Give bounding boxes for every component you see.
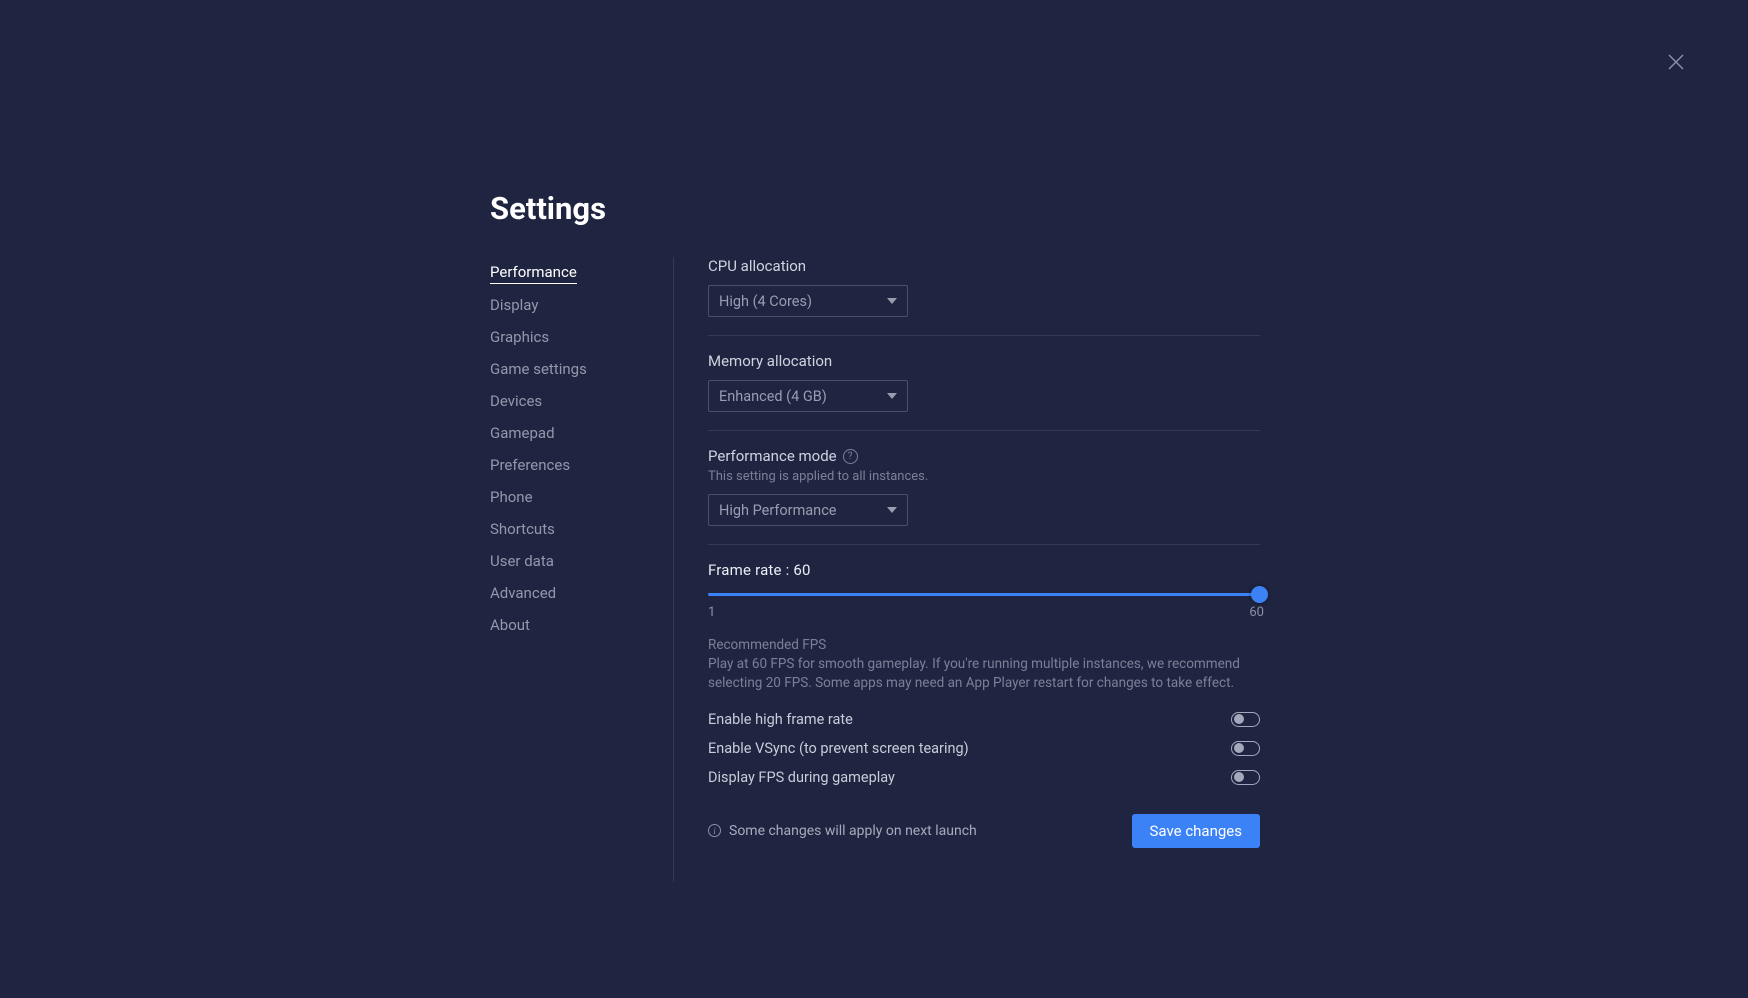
memory-allocation-value: Enhanced (4 GB) — [719, 388, 827, 405]
close-button[interactable] — [1664, 50, 1688, 74]
save-changes-button[interactable]: Save changes — [1132, 814, 1260, 848]
toggle-high-fps-label: Enable high frame rate — [708, 711, 853, 728]
restart-hint: i Some changes will apply on next launch — [708, 823, 977, 839]
toggle-knob — [1234, 714, 1244, 724]
sidebar-item-game-settings[interactable]: Game settings — [490, 354, 587, 386]
performance-mode-value: High Performance — [719, 502, 836, 519]
sidebar: Performance Display Graphics Game settin… — [490, 257, 674, 882]
performance-mode-label-text: Performance mode — [708, 447, 837, 465]
toggle-high-fps[interactable] — [1231, 712, 1260, 727]
recommended-fps-body: Play at 60 FPS for smooth gameplay. If y… — [708, 655, 1260, 693]
cpu-allocation-value: High (4 Cores) — [719, 293, 812, 310]
slider-track — [708, 593, 1260, 596]
sidebar-item-about[interactable]: About — [490, 610, 530, 642]
performance-mode-dropdown[interactable]: High Performance — [708, 494, 908, 526]
frame-rate-slider[interactable]: 1 60 — [708, 585, 1260, 619]
frame-rate-label: Frame rate : 60 — [708, 561, 1260, 579]
sidebar-item-devices[interactable]: Devices — [490, 386, 542, 418]
slider-min: 1 — [708, 605, 715, 620]
caret-down-icon — [887, 393, 897, 399]
slider-thumb[interactable] — [1251, 586, 1268, 603]
performance-mode-label: Performance mode ? — [708, 447, 1260, 465]
toggle-vsync[interactable] — [1231, 741, 1260, 756]
main-panel: CPU allocation High (4 Cores) Memory all… — [674, 257, 1260, 882]
help-icon[interactable]: ? — [843, 449, 858, 464]
sidebar-item-display[interactable]: Display — [490, 290, 538, 322]
sidebar-item-graphics[interactable]: Graphics — [490, 322, 549, 354]
sidebar-item-user-data[interactable]: User data — [490, 546, 554, 578]
toggle-knob — [1234, 772, 1244, 782]
memory-allocation-label: Memory allocation — [708, 352, 1260, 370]
caret-down-icon — [887, 298, 897, 304]
toggle-vsync-label: Enable VSync (to prevent screen tearing) — [708, 740, 969, 757]
memory-allocation-dropdown[interactable]: Enhanced (4 GB) — [708, 380, 908, 412]
sidebar-item-phone[interactable]: Phone — [490, 482, 533, 514]
sidebar-item-performance[interactable]: Performance — [490, 257, 577, 284]
cpu-allocation-dropdown[interactable]: High (4 Cores) — [708, 285, 908, 317]
caret-down-icon — [887, 507, 897, 513]
recommended-fps-title: Recommended FPS — [708, 637, 1260, 653]
toggle-display-fps-label: Display FPS during gameplay — [708, 769, 895, 786]
performance-mode-sublabel: This setting is applied to all instances… — [708, 469, 1260, 484]
toggle-knob — [1234, 743, 1244, 753]
info-icon: i — [708, 824, 721, 837]
sidebar-item-advanced[interactable]: Advanced — [490, 578, 556, 610]
page-title: Settings — [490, 190, 1260, 227]
close-icon — [1664, 50, 1688, 74]
cpu-allocation-label: CPU allocation — [708, 257, 1260, 275]
sidebar-item-shortcuts[interactable]: Shortcuts — [490, 514, 555, 546]
toggle-display-fps[interactable] — [1231, 770, 1260, 785]
restart-hint-text: Some changes will apply on next launch — [729, 823, 977, 839]
sidebar-item-preferences[interactable]: Preferences — [490, 450, 570, 482]
sidebar-item-gamepad[interactable]: Gamepad — [490, 418, 555, 450]
slider-max: 60 — [1249, 605, 1264, 620]
